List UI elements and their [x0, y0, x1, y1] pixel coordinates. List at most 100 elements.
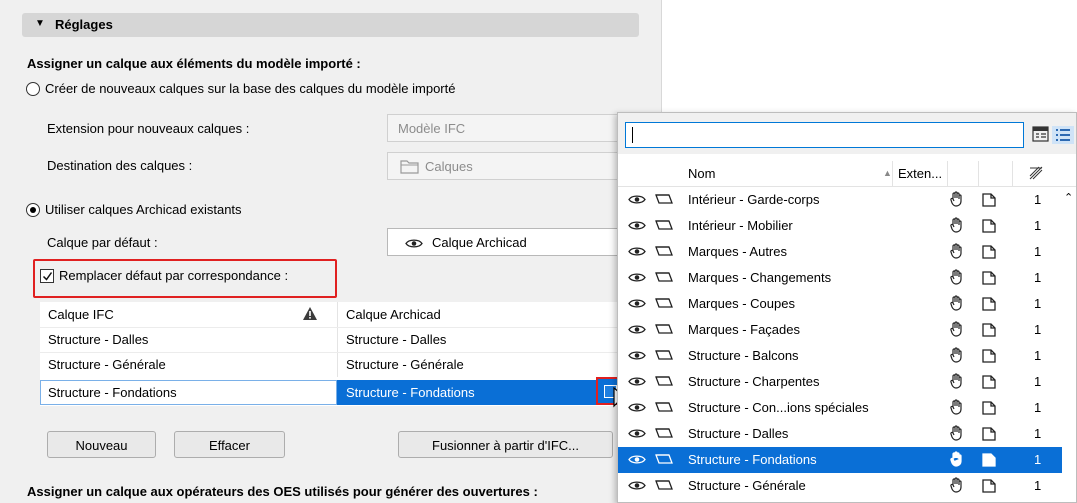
- new-button[interactable]: Nouveau: [47, 431, 156, 458]
- wireframe-page-icon[interactable]: [981, 296, 997, 315]
- radio-use-existing[interactable]: [26, 203, 40, 217]
- layer-row[interactable]: Marques - Façades 1: [618, 317, 1062, 343]
- layer-name: Structure - Balcons: [688, 348, 799, 363]
- wireframe-page-icon[interactable]: [981, 452, 997, 471]
- layer-row[interactable]: Marques - Changements 1: [618, 265, 1062, 291]
- layer-intersection-number: 1: [1034, 348, 1042, 363]
- wireframe-page-icon[interactable]: [981, 348, 997, 367]
- visibility-eye-icon[interactable]: [628, 375, 646, 390]
- lock-hand-icon[interactable]: [949, 243, 965, 263]
- wireframe-page-icon[interactable]: [981, 322, 997, 341]
- visibility-eye-icon[interactable]: [628, 401, 646, 416]
- layer-row[interactable]: Structure - Générale 1: [618, 473, 1062, 499]
- layer-row[interactable]: Intérieur - Garde-corps 1: [618, 187, 1062, 213]
- visibility-eye-icon[interactable]: [628, 297, 646, 312]
- replace-default-checkbox[interactable]: [40, 269, 54, 283]
- col-header-ifc[interactable]: Calque IFC: [48, 307, 114, 322]
- layer-row[interactable]: Structure - Con...ions spéciales 1: [618, 395, 1062, 421]
- layer-row[interactable]: Structure - Charpentes 1: [618, 369, 1062, 395]
- destination-value: Calques: [425, 159, 473, 174]
- layer-intersection-number: 1: [1034, 374, 1042, 389]
- layer-row[interactable]: Marques - Coupes 1: [618, 291, 1062, 317]
- radio-create-layers[interactable]: [26, 82, 40, 96]
- layer-name: Structure - Charpentes: [688, 374, 820, 389]
- wireframe-page-icon[interactable]: [981, 244, 997, 263]
- table-row[interactable]: Structure - Dalles Structure - Dalles: [40, 327, 629, 352]
- lock-hand-icon[interactable]: [949, 191, 965, 211]
- delete-button[interactable]: Effacer: [174, 431, 285, 458]
- layer-intersection-number: 1: [1034, 452, 1042, 467]
- wireframe-page-icon[interactable]: [981, 192, 997, 211]
- layer-row[interactable]: Structure - Dalles 1: [618, 421, 1062, 447]
- layer-name: Marques - Changements: [688, 270, 832, 285]
- radio-use-existing-label[interactable]: Utiliser calques Archicad existants: [45, 202, 242, 217]
- lock-hand-icon[interactable]: [949, 399, 965, 419]
- lock-hand-icon[interactable]: [949, 477, 965, 497]
- row-ifc-layer: Structure - Générale: [48, 357, 166, 372]
- visibility-eye-icon[interactable]: [628, 245, 646, 260]
- popup-toolbar: [618, 113, 1076, 154]
- layer-row[interactable]: Intérieur - Mobilier 1: [618, 213, 1062, 239]
- lock-hand-icon[interactable]: [949, 321, 965, 341]
- wireframe-page-icon[interactable]: [981, 218, 997, 237]
- tree-view-icon[interactable]: [1032, 126, 1049, 145]
- table-row-selected[interactable]: Structure - Fondations Structure - Fonda…: [40, 380, 629, 405]
- layer-row[interactable]: Structure - Balcons 1: [618, 343, 1062, 369]
- layer-name: Structure - Générale: [688, 478, 806, 493]
- col-header-name[interactable]: Nom: [688, 166, 715, 181]
- default-layer-label: Calque par défaut :: [47, 235, 158, 250]
- visibility-eye-icon[interactable]: [628, 193, 646, 208]
- layer-intersection-number: 1: [1034, 400, 1042, 415]
- visibility-eye-icon[interactable]: [628, 219, 646, 234]
- layer-list: Intérieur - Garde-corps 1 Intérieur - Mobi…: [618, 187, 1076, 503]
- layer-plane-icon: [655, 479, 675, 494]
- lock-hand-icon[interactable]: [949, 295, 965, 315]
- section-header-reglages[interactable]: ▼ Réglages: [22, 13, 639, 37]
- layer-intersection-number: 1: [1034, 296, 1042, 311]
- layer-intersection-number: 1: [1034, 426, 1042, 441]
- lock-hand-icon[interactable]: [949, 425, 965, 445]
- wireframe-page-icon[interactable]: [981, 478, 997, 497]
- layer-search-input[interactable]: [625, 122, 1024, 148]
- list-view-icon[interactable]: [1052, 126, 1074, 144]
- layer-name: Marques - Coupes: [688, 296, 795, 311]
- col-header-archicad[interactable]: Calque Archicad: [346, 307, 441, 322]
- layer-row-selected[interactable]: Structure - Fondations 1: [618, 447, 1062, 473]
- visibility-eye-icon[interactable]: [628, 453, 646, 468]
- layer-name: Structure - Dalles: [688, 426, 789, 441]
- wireframe-page-icon[interactable]: [981, 400, 997, 419]
- merge-from-ifc-button[interactable]: Fusionner à partir d'IFC...: [398, 431, 613, 458]
- lock-hand-icon[interactable]: [949, 373, 965, 393]
- settings-panel: ▼ Réglages Assigner un calque aux élémen…: [0, 0, 662, 503]
- table-row[interactable]: Structure - Générale Structure - Général…: [40, 352, 629, 377]
- destination-field: Calques: [387, 152, 619, 180]
- visibility-eye-icon[interactable]: [628, 479, 646, 494]
- visibility-eye-icon[interactable]: [628, 427, 646, 442]
- layer-picker-popup: Nom ▲ Exten... Intérieur - Garde-corps 1 I…: [617, 112, 1077, 503]
- layer-row[interactable]: Marques - Autres 1: [618, 239, 1062, 265]
- visibility-eye-icon[interactable]: [628, 349, 646, 364]
- replace-default-label[interactable]: Remplacer défaut par correspondance :: [59, 268, 288, 283]
- sort-asc-icon: ▲: [883, 168, 892, 178]
- visibility-eye-icon[interactable]: [628, 271, 646, 286]
- visibility-eye-icon[interactable]: [628, 323, 646, 338]
- wireframe-page-icon[interactable]: [981, 270, 997, 289]
- lock-hand-icon[interactable]: [949, 217, 965, 237]
- mapping-table: Calque IFC Calque Archicad Structure - D…: [40, 302, 631, 409]
- lock-hand-icon[interactable]: [949, 451, 965, 471]
- lock-hand-icon[interactable]: [949, 347, 965, 367]
- row-archicad-layer: Structure - Fondations: [346, 385, 475, 400]
- col-header-extension[interactable]: Exten...: [898, 166, 942, 181]
- layer-name: Marques - Façades: [688, 322, 800, 337]
- scroll-up-icon[interactable]: ⌃: [1064, 191, 1073, 204]
- lock-hand-icon[interactable]: [949, 269, 965, 289]
- wireframe-page-icon[interactable]: [981, 374, 997, 393]
- assign-oes-title: Assigner un calque aux opérateurs des OE…: [27, 484, 538, 499]
- wireframe-page-icon[interactable]: [981, 426, 997, 445]
- folder-icon: [400, 159, 420, 177]
- layer-intersection-number: 1: [1034, 244, 1042, 259]
- default-layer-dropdown[interactable]: Calque Archicad: [387, 228, 619, 256]
- row-archicad-layer: Structure - Générale: [346, 357, 464, 372]
- radio-create-layers-label[interactable]: Créer de nouveaux calques sur la base de…: [45, 81, 455, 96]
- warning-icon: [302, 306, 318, 324]
